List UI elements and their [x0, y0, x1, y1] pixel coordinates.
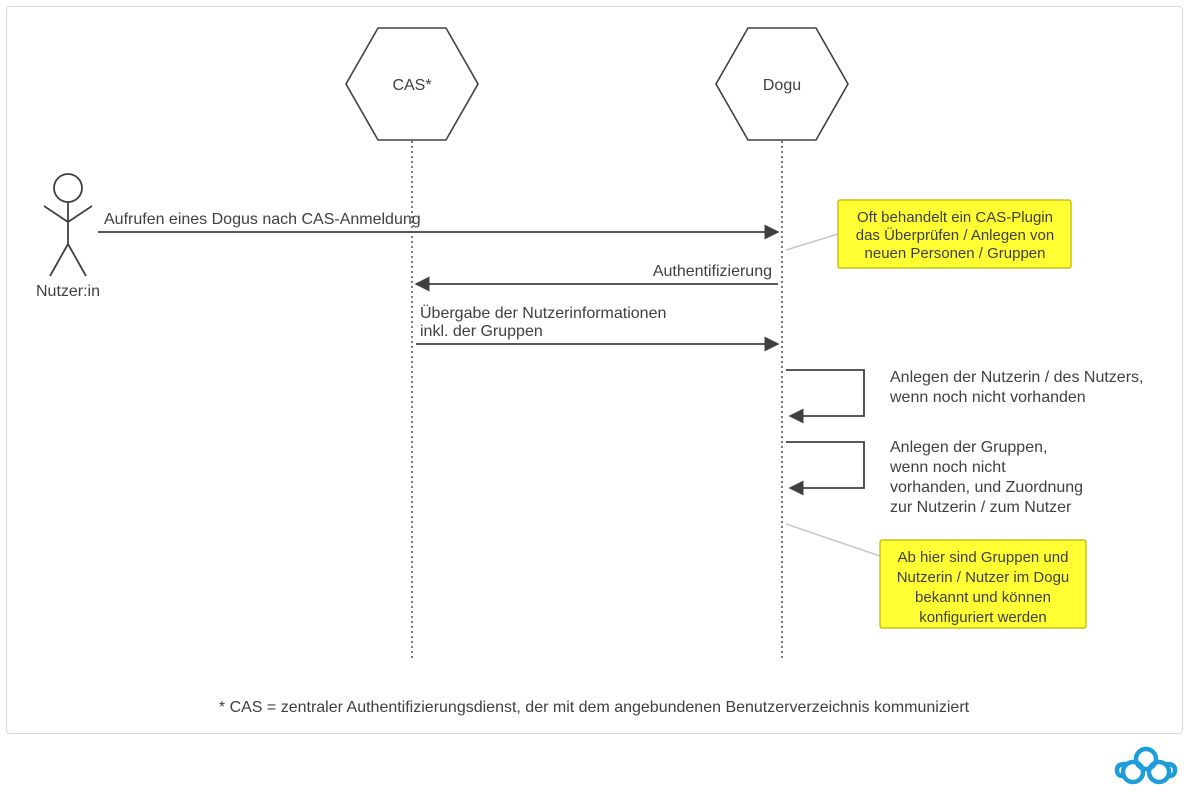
- label-m3-l2: inkl. der Gruppen: [420, 323, 543, 340]
- note1-l1: Oft behandelt ein CAS-Plugin: [857, 209, 1053, 226]
- note2-l2: Nutzerin / Nutzer im Dogu: [897, 569, 1070, 586]
- dogu-label: Dogu: [763, 77, 801, 94]
- sequence-diagram: CAS* Dogu Nutzer:in Aufrufen eines Dogus…: [0, 0, 1189, 740]
- note2-l4: konfiguriert werden: [919, 609, 1047, 626]
- label-self2-l1: Anlegen der Gruppen,: [890, 439, 1047, 456]
- label-self1-l2: wenn noch nicht vorhanden: [889, 389, 1086, 406]
- cas-label: CAS*: [392, 77, 431, 94]
- label-self2-l4: zur Nutzerin / zum Nutzer: [890, 499, 1072, 516]
- label-self2-l2: wenn noch nicht: [889, 459, 1006, 476]
- note2-l3: bekannt und können: [915, 589, 1051, 606]
- actor-user-label: Nutzer:in: [36, 283, 100, 300]
- arrow-self1: [786, 370, 864, 416]
- cloudogu-logo-icon: [1111, 742, 1181, 790]
- actor-user: [44, 174, 92, 276]
- label-m1: Aufrufen eines Dogus nach CAS-Anmeldung: [104, 211, 421, 228]
- label-m3-l1: Übergabe der Nutzerinformationen: [420, 304, 666, 322]
- label-self1-l1: Anlegen der Nutzerin / des Nutzers,: [890, 369, 1143, 386]
- note-known: Ab hier sind Gruppen und Nutzerin / Nutz…: [786, 524, 1086, 628]
- arrow-self2: [786, 442, 864, 488]
- dogu-participant: Dogu: [716, 28, 848, 140]
- cas-participant: CAS*: [346, 28, 478, 140]
- note1-l3: neuen Personen / Gruppen: [865, 245, 1046, 262]
- label-self2-l3: vorhanden, und Zuordnung: [890, 479, 1083, 496]
- footnote: * CAS = zentraler Authentifizierungsdien…: [219, 699, 970, 716]
- label-m2: Authentifizierung: [653, 263, 772, 280]
- note2-l1: Ab hier sind Gruppen und: [898, 549, 1069, 566]
- note-plugin: Oft behandelt ein CAS-Plugin das Überprü…: [786, 200, 1071, 268]
- note1-l2: das Überprüfen / Anlegen von: [856, 226, 1054, 244]
